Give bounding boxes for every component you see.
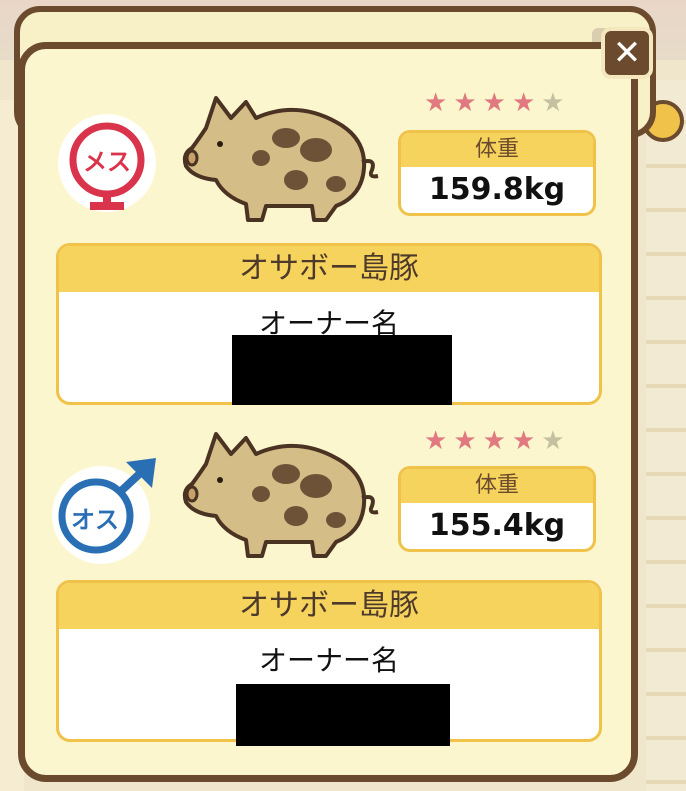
star-icon: ★ <box>453 426 477 456</box>
star-icon: ★ <box>511 426 536 456</box>
owner-name-redacted <box>232 335 452 405</box>
owner-label: オーナー名 <box>258 644 399 677</box>
weight-label: 体重 <box>401 469 593 503</box>
pig-entry-male: オス ★ ★ ★ ★ ★ 体重 155.4kg オサボー島豚 オーナー名 <box>0 0 686 746</box>
star-icon: ★ <box>482 426 506 456</box>
gender-label: オス <box>71 506 119 534</box>
rating-stars: ★ ★ ★ ★ ★ <box>424 428 565 454</box>
star-icon: ★ <box>424 426 448 456</box>
weight-box: 体重 155.4kg <box>398 466 596 552</box>
pig-icon <box>182 432 379 558</box>
star-icon: ★ <box>541 426 565 456</box>
weight-value: 155.4kg <box>428 508 566 543</box>
male-gender-icon: オス <box>56 458 156 560</box>
owner-name-redacted <box>236 684 450 746</box>
breed-name: オサボー島豚 <box>59 583 599 629</box>
